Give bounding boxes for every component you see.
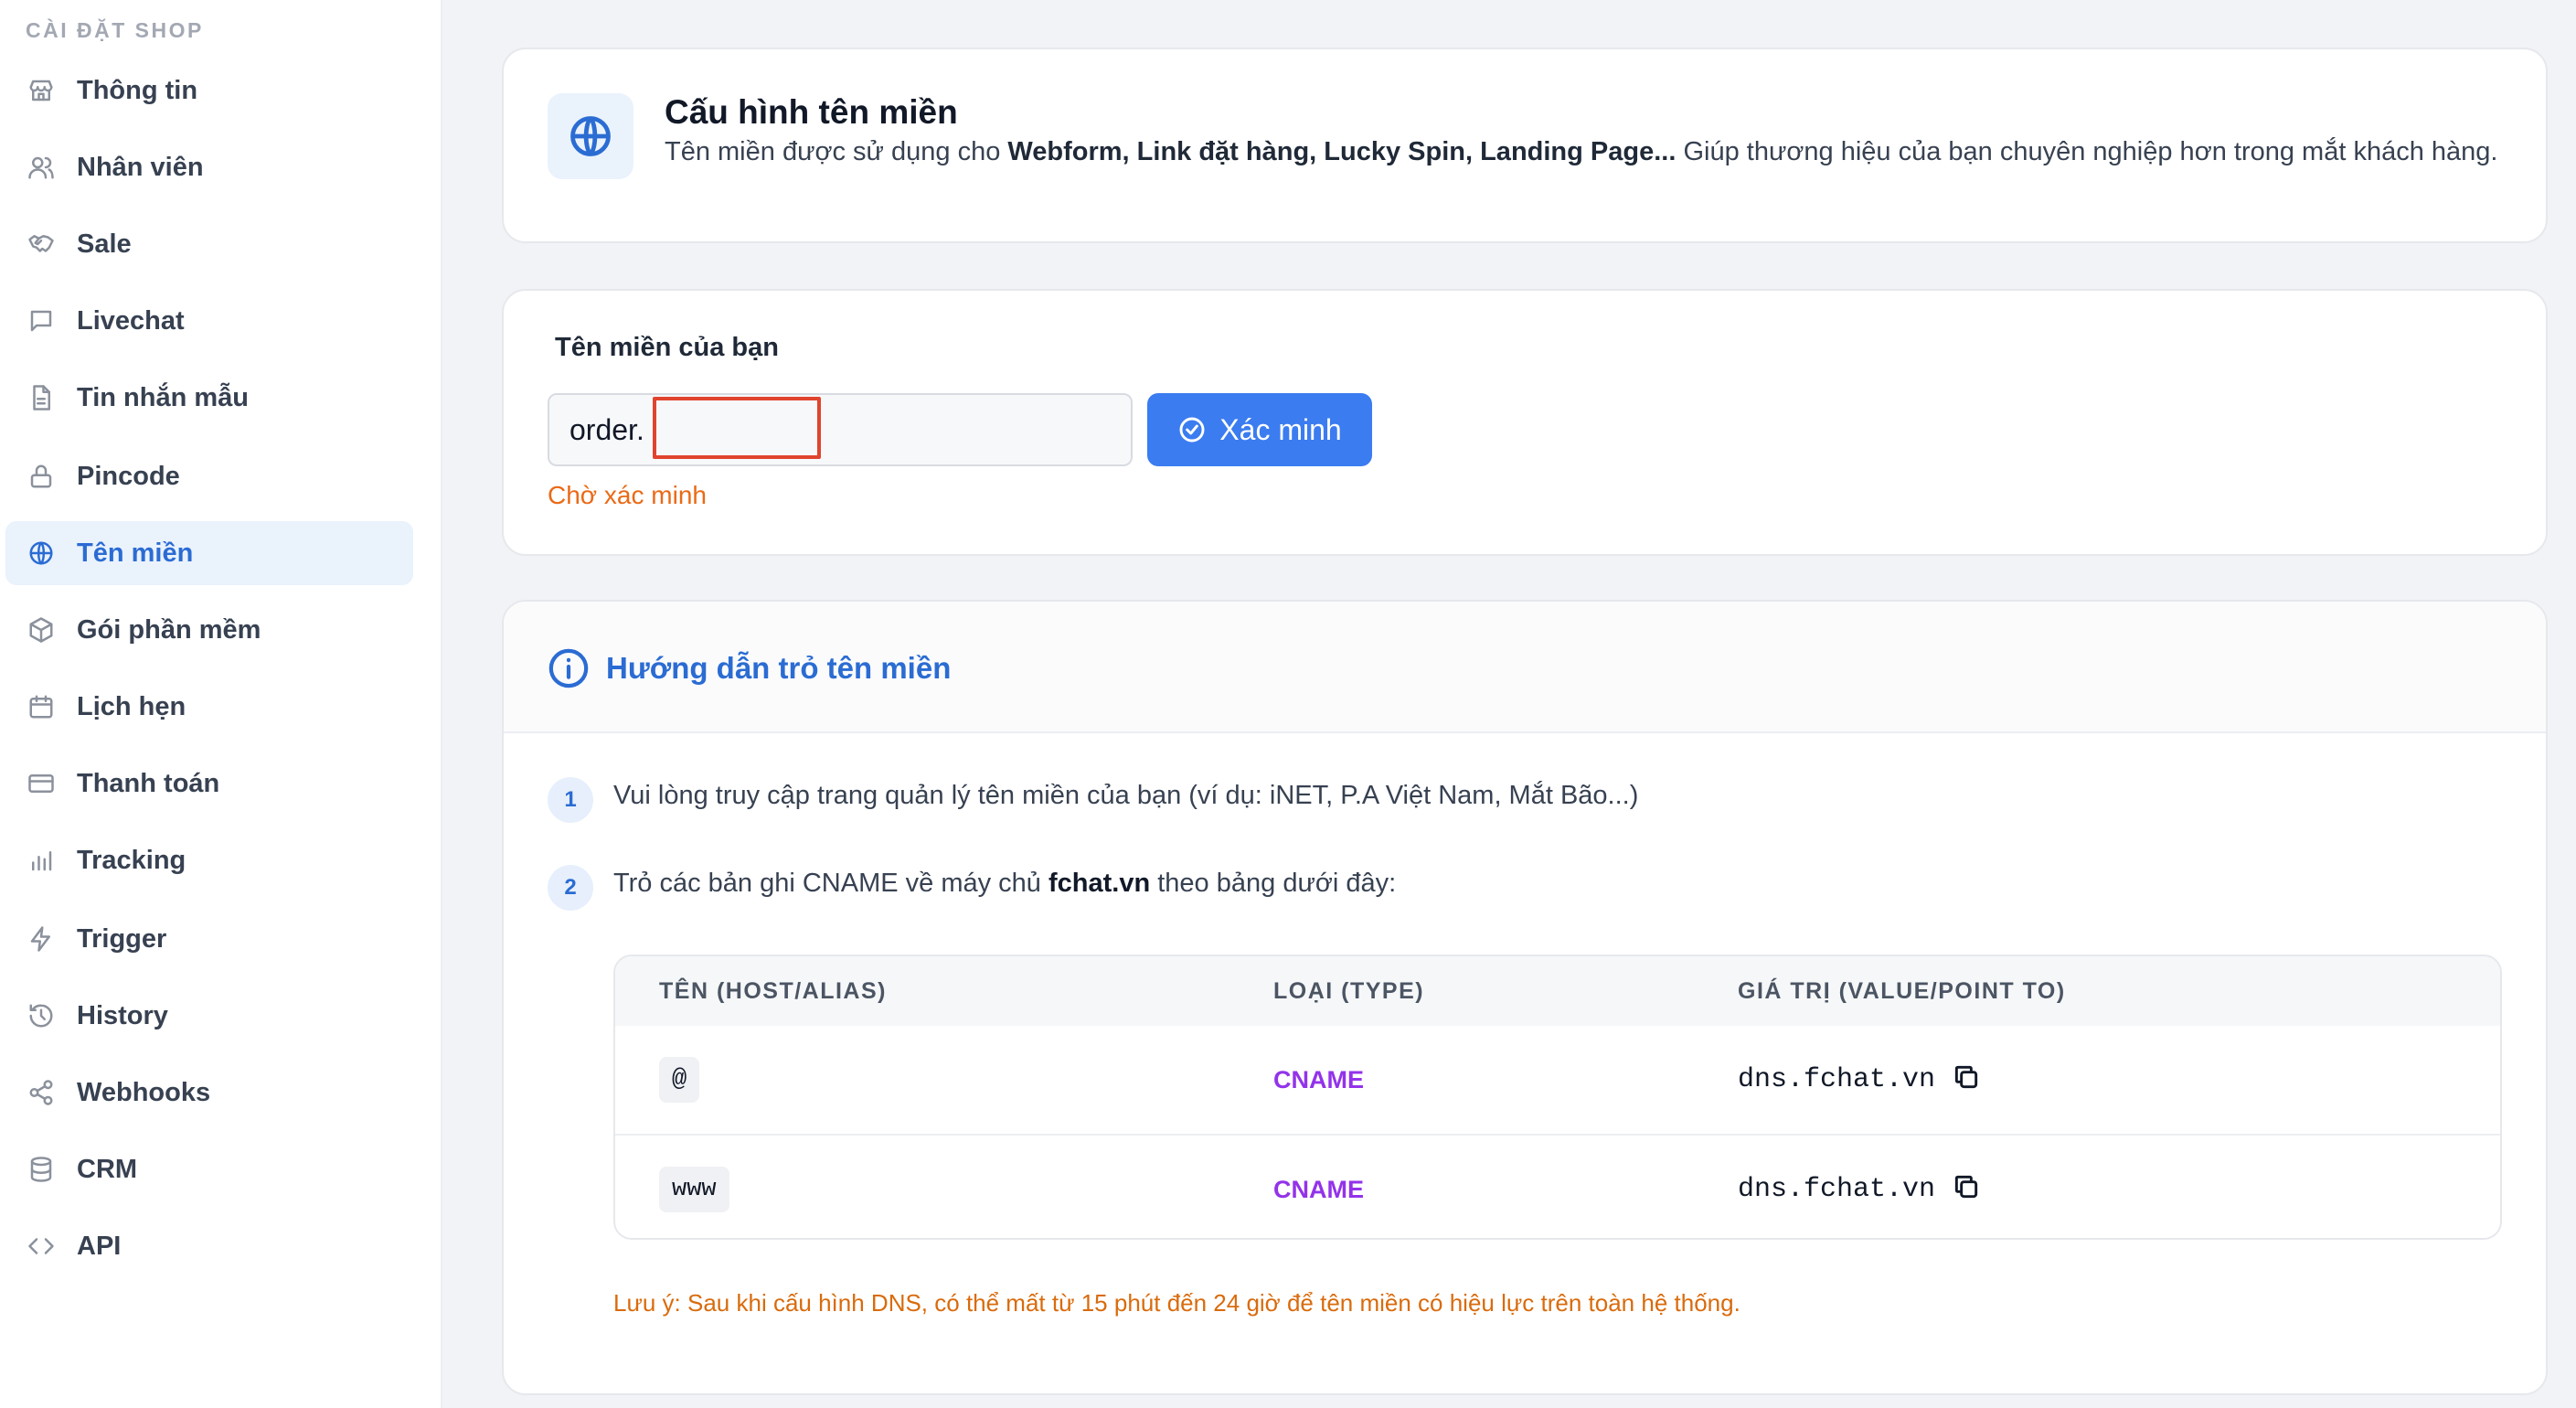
- verification-status: Chờ xác minh: [548, 481, 707, 509]
- column-header-value: GIÁ TRỊ (VALUE/POINT TO): [1738, 978, 2066, 1004]
- column-header-host: TÊN (HOST/ALIAS): [659, 978, 887, 1004]
- sidebar-item-pincode[interactable]: Pincode: [5, 444, 413, 508]
- history-icon: [26, 1000, 57, 1031]
- host-value: @: [659, 1057, 700, 1103]
- domain-field-label: Tên miền của bạn: [555, 333, 779, 362]
- page-description: Tên miền được sử dụng cho Webform, Link …: [665, 137, 2498, 166]
- dns-propagation-note: Lưu ý: Sau khi cấu hình DNS, có thể mất …: [613, 1289, 1740, 1317]
- info-icon: [548, 647, 590, 689]
- sidebar-item-label: Thanh toán: [77, 768, 220, 798]
- sidebar: CÀI ĐẶT SHOP Thông tin Nhân viên Sale Li…: [0, 0, 442, 1408]
- sidebar-item-ten-mien[interactable]: Tên miền: [5, 521, 413, 585]
- lock-icon: [26, 461, 57, 492]
- sidebar-item-label: Tên miền: [77, 538, 194, 568]
- sidebar-item-thong-tin[interactable]: Thông tin: [5, 59, 413, 123]
- sidebar-item-label: Webhooks: [77, 1077, 211, 1107]
- domain-input-card: Tên miền của bạn Xác minh Chờ xác minh: [502, 289, 2548, 556]
- table-row: @ CNAME dns.fchat.vn: [615, 1026, 2500, 1134]
- table-header: TÊN (HOST/ALIAS) LOẠI (TYPE) GIÁ TRỊ (VA…: [615, 956, 2500, 1026]
- check-circle-icon: [1179, 417, 1205, 443]
- record-type: CNAME: [1273, 1176, 1364, 1203]
- sidebar-item-tin-nhan-mau[interactable]: Tin nhắn mẫu: [5, 366, 413, 430]
- sidebar-item-label: History: [77, 1000, 168, 1030]
- sidebar-item-label: API: [77, 1231, 122, 1261]
- step-text: Trỏ các bản ghi CNAME về máy chủ fchat.v…: [613, 869, 1397, 898]
- sidebar-item-label: Pincode: [77, 461, 180, 491]
- sidebar-item-label: CRM: [77, 1154, 138, 1184]
- guide-title: Hướng dẫn trỏ tên miền: [606, 651, 952, 685]
- sidebar-item-api[interactable]: API: [5, 1214, 413, 1278]
- sidebar-item-label: Tracking: [77, 845, 186, 875]
- database-icon: [26, 1154, 57, 1185]
- sidebar-item-goi-phan-mem[interactable]: Gói phần mềm: [5, 598, 413, 662]
- verify-button-label: Xác minh: [1219, 412, 1342, 446]
- page-title: Cấu hình tên miền: [665, 93, 958, 131]
- column-header-type: LOẠI (TYPE): [1273, 978, 1425, 1004]
- globe-icon: [548, 93, 633, 179]
- webhook-icon: [26, 1077, 57, 1108]
- users-icon: [26, 152, 57, 183]
- host-value: www: [659, 1167, 729, 1212]
- code-icon: [26, 1231, 57, 1262]
- credit-card-icon: [26, 768, 57, 799]
- document-icon: [26, 382, 57, 413]
- sidebar-item-label: Nhân viên: [77, 152, 204, 182]
- redaction-box: [653, 397, 821, 459]
- sidebar-item-history[interactable]: History: [5, 984, 413, 1048]
- sidebar-item-label: Trigger: [77, 923, 167, 954]
- sidebar-title: CÀI ĐẶT SHOP: [26, 18, 204, 42]
- sidebar-item-label: Gói phần mềm: [77, 614, 261, 645]
- sidebar-item-nhan-vien[interactable]: Nhân viên: [5, 135, 413, 199]
- table-row: www CNAME dns.fchat.vn: [615, 1134, 2500, 1238]
- step-number: 1: [548, 777, 593, 823]
- step-text: Vui lòng truy cập trang quản lý tên miền…: [613, 781, 1639, 810]
- domain-input[interactable]: [548, 393, 1133, 466]
- sidebar-item-label: Sale: [77, 229, 132, 259]
- domain-config-header-card: Cấu hình tên miền Tên miền được sử dụng …: [502, 48, 2548, 243]
- handshake-icon: [26, 229, 57, 260]
- store-icon: [26, 75, 57, 106]
- record-type: CNAME: [1273, 1066, 1364, 1093]
- sidebar-item-label: Thông tin: [77, 75, 198, 105]
- sidebar-item-lich-hen[interactable]: Lịch hẹn: [5, 675, 413, 739]
- copy-icon[interactable]: [1952, 1172, 1985, 1205]
- copy-icon[interactable]: [1952, 1062, 1985, 1095]
- bar-chart-icon: [26, 845, 57, 876]
- sidebar-item-label: Livechat: [77, 305, 185, 336]
- record-value: dns.fchat.vn: [1738, 1064, 1936, 1095]
- sidebar-item-thanh-toan[interactable]: Thanh toán: [5, 752, 413, 816]
- globe-icon: [26, 538, 57, 569]
- sidebar-item-label: Lịch hẹn: [77, 691, 186, 721]
- record-value: dns.fchat.vn: [1738, 1174, 1936, 1205]
- sidebar-item-crm[interactable]: CRM: [5, 1137, 413, 1201]
- chat-icon: [26, 305, 57, 336]
- dns-guide-card: Hướng dẫn trỏ tên miền 1 Vui lòng truy c…: [502, 600, 2548, 1395]
- package-icon: [26, 614, 57, 645]
- sidebar-item-webhooks[interactable]: Webhooks: [5, 1061, 413, 1125]
- verify-button[interactable]: Xác minh: [1147, 393, 1372, 466]
- sidebar-item-sale[interactable]: Sale: [5, 212, 413, 276]
- guide-header: Hướng dẫn trỏ tên miền: [504, 602, 2546, 733]
- sidebar-item-label: Tin nhắn mẫu: [77, 382, 249, 412]
- step-number: 2: [548, 865, 593, 911]
- sidebar-item-tracking[interactable]: Tracking: [5, 828, 413, 892]
- sidebar-item-livechat[interactable]: Livechat: [5, 289, 413, 353]
- sidebar-item-trigger[interactable]: Trigger: [5, 907, 413, 971]
- dns-records-table: TÊN (HOST/ALIAS) LOẠI (TYPE) GIÁ TRỊ (VA…: [613, 955, 2502, 1240]
- calendar-icon: [26, 691, 57, 722]
- lightning-icon: [26, 923, 57, 955]
